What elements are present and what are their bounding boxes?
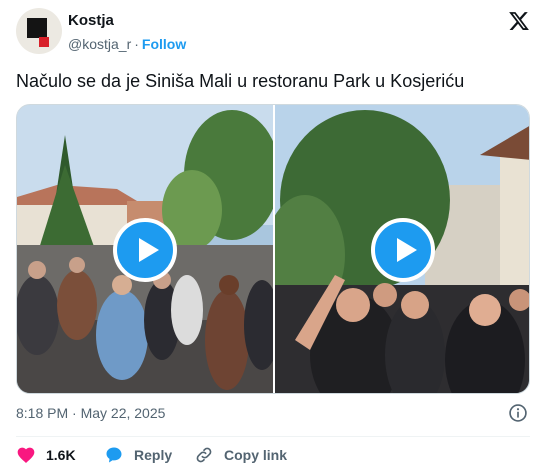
heart-icon bbox=[17, 447, 35, 463]
avatar-black-square bbox=[27, 18, 47, 38]
author-handle[interactable]: @kostja_r bbox=[68, 36, 131, 52]
author-handle-line: @kostja_r · Follow bbox=[68, 36, 186, 52]
author-name[interactable]: Kostja bbox=[68, 12, 114, 29]
video-thumbnail-left[interactable] bbox=[17, 105, 273, 393]
avatar[interactable] bbox=[16, 8, 62, 54]
tweet-timestamp[interactable]: 8:18 PM · May 22, 2025 bbox=[16, 405, 165, 421]
like-button[interactable]: 1.6K bbox=[16, 444, 76, 466]
play-icon bbox=[397, 238, 417, 262]
avatar-red-square bbox=[39, 37, 49, 47]
play-button-right[interactable] bbox=[371, 218, 435, 282]
divider bbox=[16, 436, 530, 437]
video-thumbnail-right[interactable] bbox=[275, 105, 529, 393]
reply-bubble-icon bbox=[106, 447, 122, 463]
like-count: 1.6K bbox=[46, 447, 76, 463]
copy-link-label: Copy link bbox=[224, 447, 288, 463]
x-logo-icon[interactable] bbox=[508, 10, 530, 32]
reply-button[interactable]: Reply bbox=[104, 444, 172, 466]
tweet-card: Kostja @kostja_r · Follow Načulo se da je … bbox=[0, 0, 542, 476]
tweet-text: Načulo se da je Siniša Mali u restoranu … bbox=[16, 71, 465, 91]
info-icon[interactable] bbox=[508, 403, 528, 423]
follow-button[interactable]: Follow bbox=[142, 36, 186, 52]
media-grid bbox=[16, 104, 530, 394]
play-icon bbox=[139, 238, 159, 262]
separator-dot: · bbox=[134, 36, 139, 52]
copy-link-button[interactable]: Copy link bbox=[194, 444, 287, 466]
link-icon bbox=[196, 447, 212, 463]
play-button-left[interactable] bbox=[113, 218, 177, 282]
reply-label: Reply bbox=[134, 447, 173, 463]
